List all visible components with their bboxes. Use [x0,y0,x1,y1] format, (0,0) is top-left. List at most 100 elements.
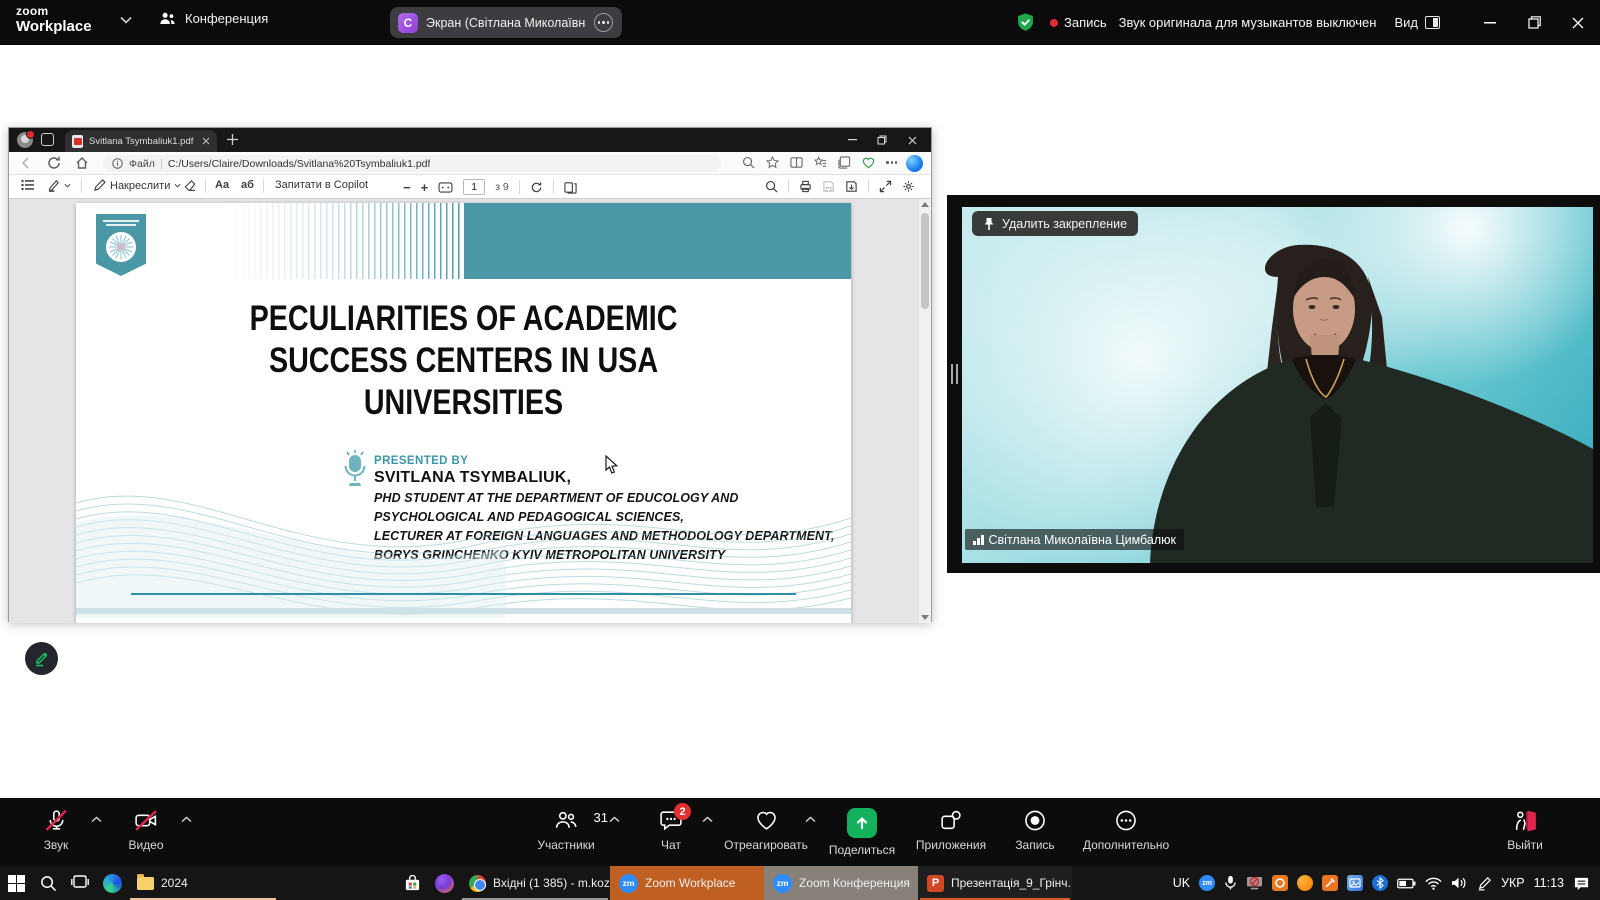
pdf-highlight-icon[interactable] [47,179,71,192]
brave-taskbar-icon[interactable] [428,866,460,900]
pdf-contents-icon[interactable] [21,179,35,191]
panel-resize-handle[interactable] [951,364,958,384]
home-icon[interactable] [75,156,89,170]
record-icon [1022,808,1048,833]
pdf-page-total: з 9 [495,181,509,193]
tab-screen-label: Экран (Світлана Миколаївна Ці [426,16,586,30]
slide-header-band [464,203,851,279]
tray-volume-icon[interactable] [1451,876,1468,890]
pdf-save-as-icon[interactable] [845,180,858,193]
pdf-print-icon[interactable] [799,180,812,193]
pdf-eraser-icon[interactable] [184,179,197,192]
tray-display-blocked-icon[interactable] [1246,876,1263,891]
pdf-page-view-icon[interactable] [564,181,577,194]
pdf-save-icon[interactable] [822,180,835,193]
pdf-ask-copilot-button[interactable]: Запитати в Copilot [275,179,368,191]
browser-profile-icon[interactable] [17,132,33,148]
tab-meeting[interactable]: Конференция [158,10,268,27]
minimize-button[interactable] [1468,0,1512,45]
task-view-icon[interactable] [64,866,96,900]
start-button[interactable] [0,866,32,900]
tray-bluetooth-icon[interactable] [1372,875,1388,891]
more-button[interactable]: Дополнительно [1066,808,1186,852]
video-options-chevron-icon[interactable] [181,816,192,823]
brand-chevron-down-icon[interactable] [120,16,132,24]
favorite-star-icon[interactable] [766,156,779,169]
video-button[interactable]: Видео [86,808,206,852]
back-icon[interactable] [19,156,33,170]
close-button[interactable] [1556,0,1600,45]
brand-workplace: Workplace [16,19,92,34]
browser-essentials-icon[interactable] [862,156,875,169]
annotate-button[interactable] [25,642,58,675]
pdf-zoom-in-icon[interactable]: + [421,180,429,195]
tray-photos-icon[interactable] [1347,875,1363,891]
url-field[interactable]: Файл C:/Users/Claire/Downloads/Svitlana%… [103,155,721,172]
heart-icon [753,808,780,833]
browser-restore-button[interactable] [867,128,897,152]
pdf-translate-icon[interactable]: аб [241,179,254,191]
tray-rocket-icon[interactable] [1322,875,1338,891]
tray-clock[interactable]: 11:13 [1534,876,1564,890]
tray-language-en[interactable]: UK [1173,876,1190,890]
scrollbar-thumb[interactable] [921,213,929,309]
pdf-ask-copilot-label: Запитати в Copilot [275,179,368,191]
pdf-zoom-out-icon[interactable]: − [403,180,411,195]
store-taskbar-icon[interactable] [396,866,428,900]
edge-taskbar-icon[interactable] [96,866,128,900]
tray-battery-icon[interactable] [1397,878,1416,889]
split-screen-icon[interactable] [790,156,803,169]
zoom-app-icon: zm [773,874,792,893]
slide-page: PECULIARITIES OF ACADEMIC SUCCESS CENTER… [76,203,851,623]
pdf-fit-width-icon[interactable] [438,182,453,193]
slide-title-line1: PECULIARITIES OF ACADEMIC [146,298,782,340]
participant-video[interactable]: Удалить закрепление Світлана Миколаївна … [962,207,1593,563]
pdf-settings-gear-icon[interactable] [902,180,915,193]
tab-close-icon[interactable] [202,137,210,145]
tray-wifi-icon[interactable] [1425,877,1442,890]
pdf-page-input[interactable]: 1 [463,179,485,195]
tab-search-icon[interactable] [41,133,54,146]
taskbar-folder-window[interactable]: 2024 [128,866,278,900]
tray-mic-icon[interactable] [1224,875,1237,891]
leave-button[interactable]: Выйти [1465,808,1585,852]
browser-close-button[interactable] [897,128,927,152]
browser-tab[interactable]: Svitlana Tsymbaliuk1.pdf [65,130,217,152]
tray-recorder-icon[interactable] [1272,875,1288,891]
pdf-search-icon[interactable] [765,180,778,193]
tab-screen-share[interactable]: C Экран (Світлана Миколаївна Ці [390,7,622,38]
pdf-read-aloud-icon[interactable]: Aa [215,179,229,191]
url-scheme-label: Файл [129,158,155,170]
collections-icon[interactable] [838,156,851,169]
zoom-page-icon[interactable] [742,156,755,169]
video-label: Видео [128,838,163,852]
pdf-rotate-icon[interactable] [530,181,543,194]
taskbar-powerpoint-window[interactable]: P Презентація_9_Грінч... [918,866,1072,900]
pdf-fullscreen-icon[interactable] [879,180,892,193]
info-icon[interactable] [112,158,123,169]
taskbar-chrome-window[interactable]: Вхідні (1 385) - m.koz... [460,866,610,900]
taskbar-search-icon[interactable] [32,866,64,900]
refresh-icon[interactable] [47,156,61,170]
browser-minimize-button[interactable] [837,128,867,152]
taskbar-zoom-workplace-window[interactable]: zm Zoom Workplace [610,866,764,900]
browser-menu-icon[interactable] [886,161,897,163]
zoom-workplace-window-label: Zoom Workplace [645,876,735,890]
tray-avast-icon[interactable] [1297,875,1313,891]
taskbar-zoom-meeting-window[interactable]: zm Zoom Конференция [764,866,918,900]
tray-language-uk[interactable]: УКР [1501,876,1525,890]
favorites-bar-icon[interactable] [814,156,827,169]
restore-button[interactable] [1512,0,1556,45]
pdf-scrollbar[interactable] [919,199,931,623]
new-tab-icon[interactable] [227,134,238,145]
view-button[interactable]: Вид [1394,15,1440,30]
tray-zoom-icon[interactable]: zm [1199,875,1215,891]
pdf-draw-button[interactable]: Накреслити [93,179,181,192]
unpin-button[interactable]: Удалить закрепление [972,211,1138,236]
participants-button[interactable]: 31 Участники [506,808,626,852]
tab-screen-more-icon[interactable] [594,13,613,32]
security-shield-icon[interactable] [1015,12,1036,33]
copilot-icon[interactable] [906,155,923,172]
tray-pen-icon[interactable] [1477,876,1492,891]
notification-center-icon[interactable] [1573,876,1590,891]
